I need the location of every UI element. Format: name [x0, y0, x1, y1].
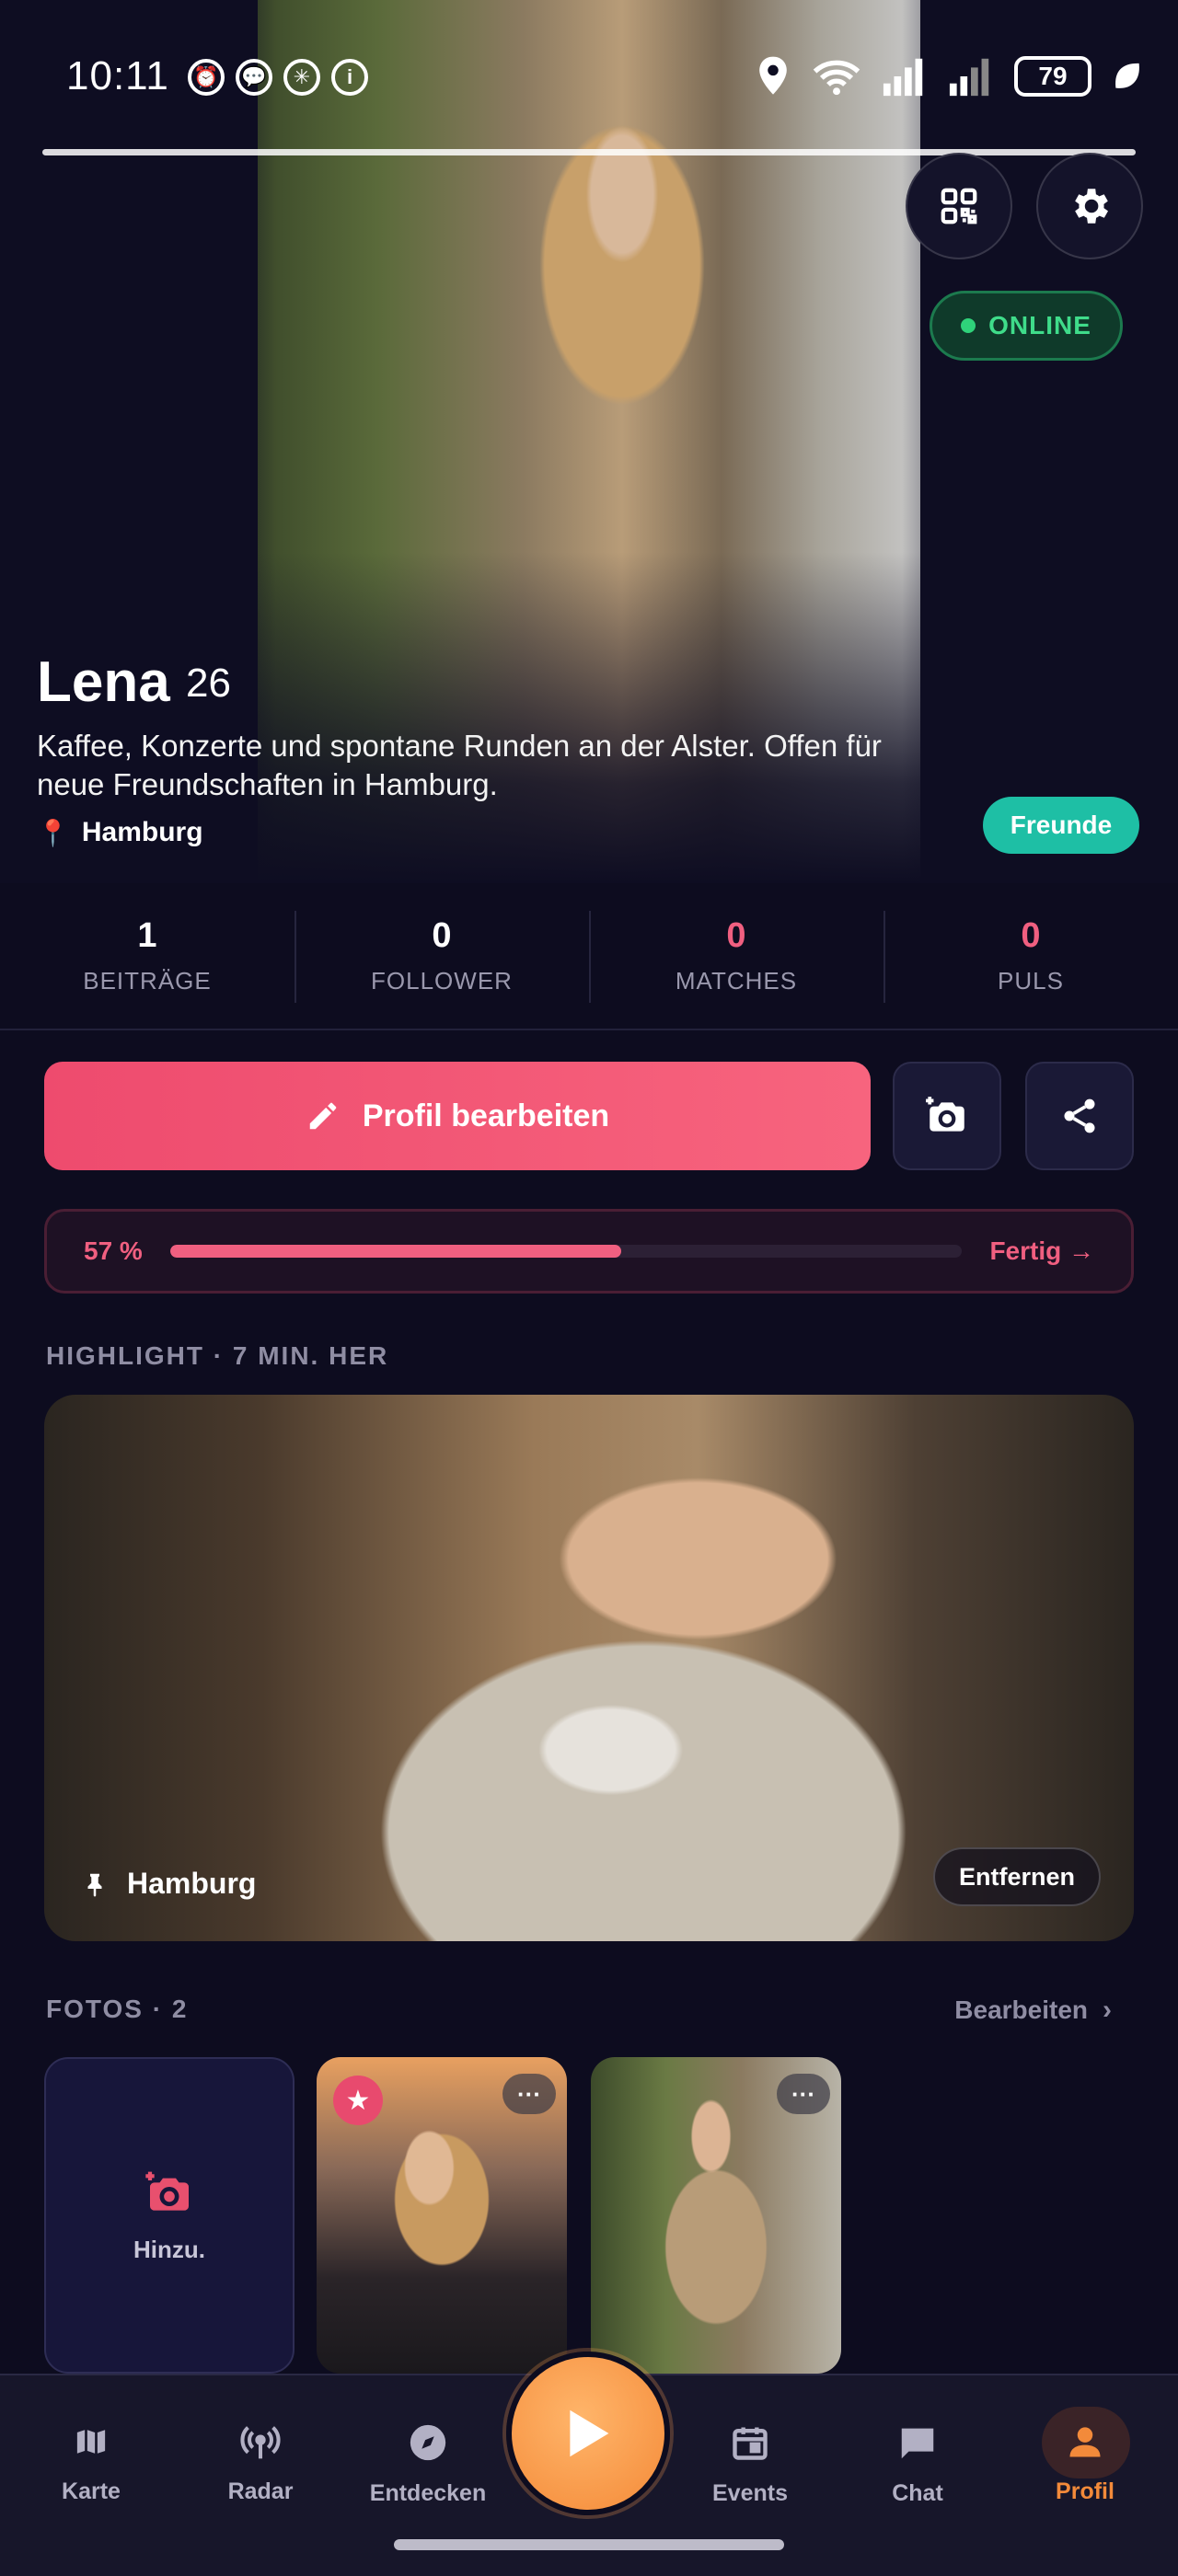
- camera-plus-icon: [926, 1097, 964, 1132]
- completion-fill: [169, 1245, 622, 1258]
- person-icon: [1069, 2427, 1101, 2457]
- nav-chat[interactable]: Chat: [849, 2421, 987, 2507]
- more-icon: ···: [791, 2079, 815, 2108]
- profile-stats: 1 BEITRÄGE 0 FOLLOWER 0 MATCHES 0 PULS: [0, 883, 1178, 1030]
- stat-label: BEITRÄGE: [83, 967, 212, 995]
- wifi-icon: [813, 60, 860, 96]
- add-photo-button[interactable]: [893, 1062, 1001, 1170]
- stat-value: 0: [726, 916, 746, 955]
- status-system-icons: 79: [755, 55, 1143, 98]
- share-button[interactable]: [1025, 1062, 1134, 1170]
- photos-edit-link[interactable]: Bearbeiten ›: [954, 1995, 1112, 2026]
- nav-discover[interactable]: Entdecken: [359, 2421, 497, 2507]
- completion-done-link[interactable]: Fertig →: [989, 1236, 1094, 1266]
- online-status-badge: ONLINE: [930, 291, 1123, 361]
- friends-badge[interactable]: Freunde: [983, 797, 1139, 854]
- nav-radar[interactable]: Radar: [191, 2421, 329, 2505]
- nav-label: Karte: [62, 2478, 121, 2504]
- qr-code-icon: [941, 188, 977, 224]
- camera-plus-icon: [145, 2171, 189, 2211]
- play-icon: [570, 2409, 609, 2457]
- more-icon: ···: [517, 2079, 541, 2108]
- share-icon: [1064, 1098, 1095, 1133]
- stat-followers[interactable]: 0 FOLLOWER: [294, 883, 589, 1029]
- alarm-icon: ⏰: [188, 59, 225, 96]
- photos-edit-label: Bearbeiten: [954, 1995, 1088, 2024]
- calendar-icon: [733, 2427, 768, 2460]
- stat-label: FOLLOWER: [371, 967, 513, 995]
- highlight-remove-button[interactable]: Entfernen: [932, 1847, 1101, 1906]
- status-notification-icons: ⏰ 💬 ✳ i: [188, 59, 368, 96]
- stat-posts[interactable]: 1 BEITRÄGE: [0, 883, 294, 1029]
- nav-label: Radar: [227, 2478, 294, 2504]
- stat-value: 1: [137, 916, 157, 955]
- home-indicator: [394, 2539, 784, 2550]
- chat-icon: [901, 2428, 934, 2459]
- highlight-location: Hamburg: [81, 1867, 256, 1901]
- settings-button[interactable]: [1036, 153, 1143, 259]
- nav-events[interactable]: Events: [681, 2421, 819, 2507]
- battery-icon: 79: [1014, 56, 1091, 97]
- chevron-right-icon: ›: [1103, 1995, 1112, 2025]
- leaf-icon: [1115, 63, 1139, 88]
- nav-profile[interactable]: Profil: [1016, 2421, 1154, 2505]
- profile-location: 📍 Hamburg: [37, 817, 203, 848]
- pencil-icon: [309, 1102, 337, 1130]
- nav-label: Profil: [1056, 2478, 1114, 2504]
- stat-label: PULS: [998, 967, 1064, 995]
- map-icon: [75, 2426, 108, 2457]
- add-photo-label: Hinzu.: [133, 2235, 205, 2263]
- location-icon: [759, 56, 787, 95]
- highlight-photo[interactable]: Hamburg Entfernen: [44, 1395, 1134, 1941]
- photo-menu-button[interactable]: ···: [777, 2074, 830, 2114]
- status-time: 10:11: [66, 53, 169, 98]
- edit-profile-button[interactable]: Profil bearbeiten: [44, 1062, 871, 1170]
- add-photo-tile[interactable]: Hinzu.: [44, 2057, 294, 2374]
- battery-level: 79: [1038, 62, 1068, 90]
- nav-label: Chat: [892, 2480, 943, 2506]
- nav-label: Entdecken: [369, 2480, 487, 2506]
- photo-tile-1[interactable]: ★ ···: [317, 2057, 567, 2374]
- highlight-section-title: HIGHLIGHT · 7 MIN. HER: [46, 1341, 389, 1370]
- photos-section-title: FOTOS · 2: [46, 1995, 189, 2023]
- edit-profile-label: Profil bearbeiten: [362, 1098, 610, 1133]
- online-dot: [961, 318, 976, 333]
- nav-map[interactable]: Karte: [22, 2421, 160, 2505]
- compass-icon: [410, 2424, 446, 2461]
- highlight-location-label: Hamburg: [127, 1867, 257, 1900]
- photo-tile-2[interactable]: ···: [591, 2057, 841, 2374]
- completion-percent: 57 %: [84, 1236, 143, 1265]
- message-icon: 💬: [236, 59, 272, 96]
- radar-icon: [240, 2426, 281, 2459]
- stat-value: 0: [432, 916, 452, 955]
- gear-icon: [1075, 189, 1108, 224]
- profile-name: Lena: [37, 650, 170, 714]
- completion-track: [169, 1245, 963, 1258]
- qr-code-button[interactable]: [906, 153, 1012, 259]
- online-label: ONLINE: [988, 311, 1091, 339]
- star-badge: ★: [333, 2076, 383, 2125]
- profile-age: 26: [186, 661, 231, 706]
- profile-bio: Kaffee, Konzerte und spontane Runden an …: [37, 729, 882, 801]
- pin-icon: 📍: [37, 818, 69, 847]
- profile-completion-bar[interactable]: 57 % Fertig →: [44, 1209, 1134, 1294]
- signal-icon: [883, 58, 923, 97]
- info-icon: i: [331, 59, 368, 96]
- nav-label: Events: [712, 2480, 788, 2506]
- photo-menu-button[interactable]: ···: [502, 2074, 556, 2114]
- stat-value: 0: [1021, 916, 1041, 955]
- stat-label: MATCHES: [675, 967, 798, 995]
- play-button[interactable]: [506, 2352, 670, 2515]
- stat-matches[interactable]: 0 MATCHES: [589, 883, 884, 1029]
- profile-location-label: Hamburg: [81, 817, 203, 847]
- pin-icon: [87, 1873, 102, 1897]
- signal-2-icon: [949, 58, 989, 97]
- stat-pulse[interactable]: 0 PULS: [884, 883, 1178, 1029]
- app-icon: ✳: [283, 59, 320, 96]
